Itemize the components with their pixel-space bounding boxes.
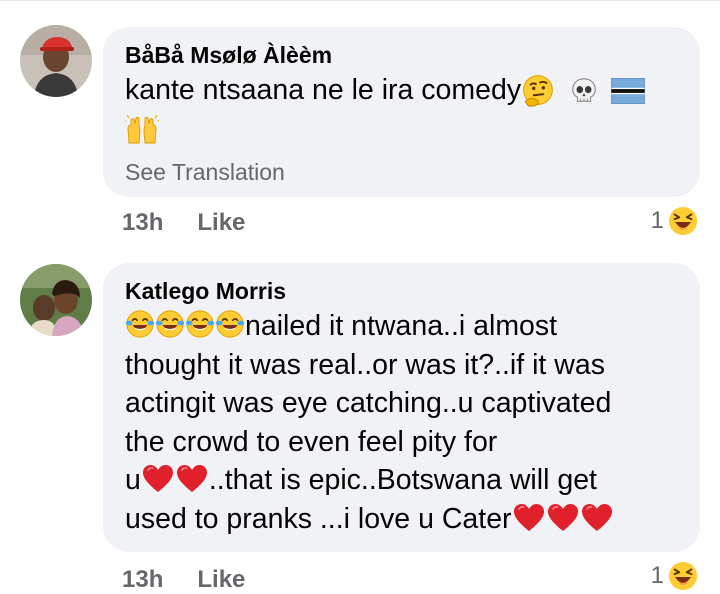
- avatar[interactable]: [20, 264, 92, 336]
- like-button[interactable]: Like: [197, 566, 245, 593]
- raising-hands-icon: [125, 115, 159, 145]
- comment-line: thought it was real..or was it?..if it w…: [125, 348, 605, 381]
- comment-text-content: u: [125, 464, 141, 496]
- like-button[interactable]: Like: [197, 209, 245, 236]
- comment-text-content: nailed it ntwana..i almost: [245, 310, 558, 342]
- reaction-count: 1: [650, 562, 664, 589]
- comment-timestamp[interactable]: 13h: [122, 566, 163, 593]
- avatar[interactable]: [20, 25, 92, 97]
- reaction-summary[interactable]: 1: [651, 561, 698, 591]
- laughing-face-icon: [668, 561, 698, 591]
- comment-line: used to pranks ...i love u Cater: [125, 500, 680, 539]
- red-heart-icon: [142, 464, 174, 494]
- botswana-flag-icon: [611, 78, 645, 104]
- comment-text-content: ..that is epic..Botswana will get: [208, 464, 597, 496]
- comment-actions: 13h Like: [122, 209, 279, 237]
- tears-of-joy-icon: [125, 309, 155, 339]
- tears-of-joy-icon: [185, 309, 215, 339]
- skull-icon: [569, 76, 599, 106]
- tears-of-joy-icon: [155, 309, 185, 339]
- reaction-count: 1: [650, 207, 664, 234]
- thinking-face-icon: [521, 74, 555, 108]
- reaction-summary[interactable]: 1: [651, 206, 698, 236]
- laughing-face-icon: [668, 206, 698, 236]
- comment-text-content: kante ntsaana ne le ira comedy: [125, 74, 522, 106]
- comment-text: kante ntsaana ne le ira comedy: [125, 71, 680, 148]
- comment-text-content: used to pranks ...i love u Cater: [125, 502, 512, 535]
- red-heart-icon: [176, 464, 208, 494]
- comment-line: nailed it ntwana..i almost: [125, 307, 680, 346]
- divider: [0, 0, 720, 1]
- comment-author[interactable]: BåBå Msølø Àlèèm: [125, 41, 680, 69]
- avatar-photo: [20, 264, 92, 336]
- comment-line: the crowd to even feel pity for: [125, 425, 498, 458]
- avatar-photo: [20, 25, 92, 97]
- red-heart-icon: [513, 503, 545, 533]
- comment-bubble: Katlego Morris nailed it ntwana..i almos…: [103, 263, 700, 552]
- see-translation-link[interactable]: See Translation: [125, 158, 680, 186]
- comment-author[interactable]: Katlego Morris: [125, 277, 680, 305]
- red-heart-icon: [547, 503, 579, 533]
- comment-timestamp[interactable]: 13h: [122, 209, 163, 236]
- comment-bubble: BåBå Msølø Àlèèm kante ntsaana ne le ira…: [103, 27, 700, 197]
- comment-text: nailed it ntwana..i almost thought it wa…: [125, 307, 680, 538]
- red-heart-icon: [581, 503, 613, 533]
- tears-of-joy-icon: [215, 309, 245, 339]
- comment-actions: 13h Like: [122, 566, 279, 594]
- comment-line: u ..that is epic..Botswana will get: [125, 461, 680, 500]
- comment-line: actingit was eye catching..u captivated: [125, 387, 612, 419]
